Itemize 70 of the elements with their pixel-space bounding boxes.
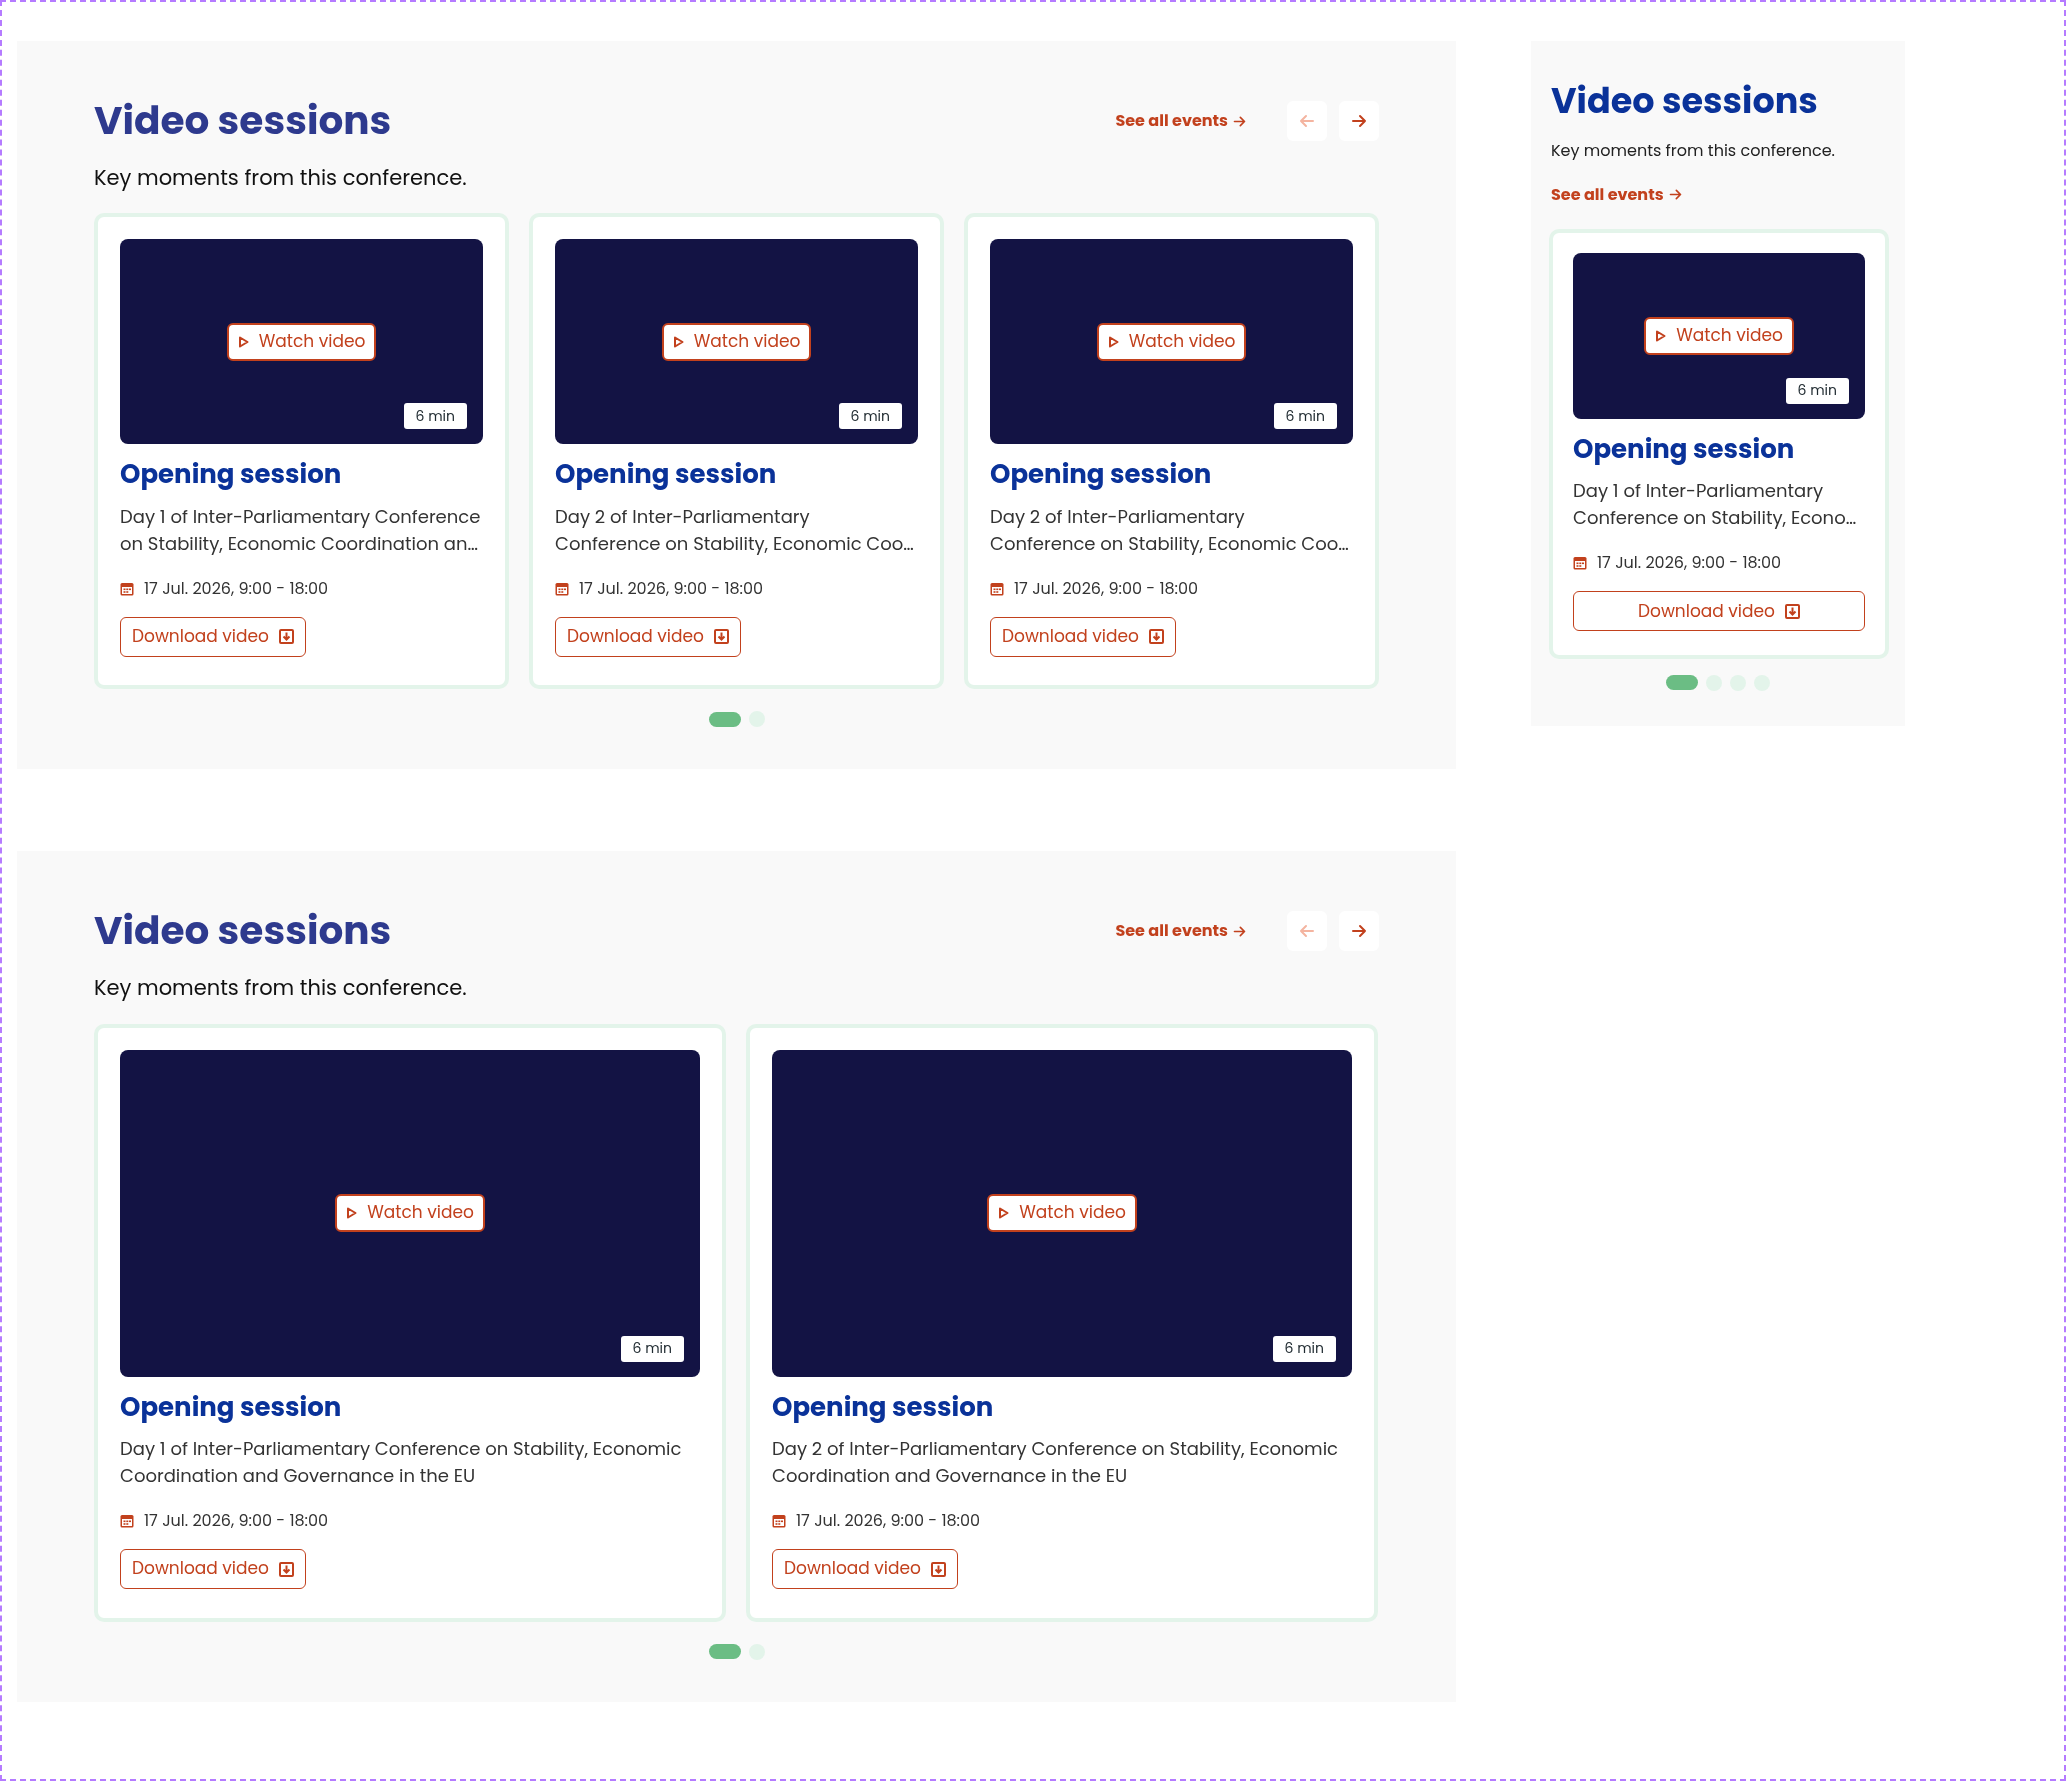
arrow-right-icon [1232, 113, 1247, 129]
download-icon [1784, 603, 1800, 619]
calendar-icon [990, 581, 1004, 596]
session-date: 17 Jul. 2026, 9:00 - 18:00 [144, 576, 329, 601]
session-description: Day 1 of Inter-Parliamentary Conference on Stability, Economic Coordination and Governance in the EU [120, 1435, 683, 1489]
session-title: Opening session [120, 1390, 343, 1423]
see-all-events-link[interactable]: See all events [1115, 919, 1247, 944]
session-title: Opening session [772, 1390, 995, 1423]
download-video-button[interactable]: Download video [555, 616, 741, 657]
section-subtitle: Key moments from this conference. [1551, 138, 1836, 163]
duration-badge: 6 min [403, 403, 467, 430]
calendar-icon [120, 581, 134, 596]
calendar-icon [1573, 556, 1587, 571]
download-video-button[interactable]: Download video [120, 1549, 306, 1589]
session-description: Day 2 of Inter-Parliamentary Conference on Stability, Economic Coo… [555, 502, 915, 557]
session-title: Opening session [1573, 432, 1796, 466]
duration-badge: 6 min [620, 1335, 684, 1362]
next-button[interactable] [1339, 101, 1379, 141]
play-icon [237, 335, 249, 348]
arrow-right-icon [1667, 187, 1683, 203]
download-icon [278, 629, 294, 645]
play-icon [1655, 329, 1667, 342]
see-all-events-link[interactable]: See all events [1551, 182, 1885, 207]
session-date: 17 Jul. 2026, 9:00 - 18:00 [144, 1509, 329, 1533]
watch-video-button[interactable]: Watch video [335, 1194, 485, 1232]
session-description: Day 2 of Inter-Parliamentary Conference on Stability, Economic Coordination and Governance in the EU [772, 1435, 1339, 1489]
download-video-button[interactable]: Download video [990, 616, 1176, 657]
session-title: Opening session [990, 458, 1213, 491]
calendar-icon [772, 1514, 786, 1528]
session-title: Opening session [120, 458, 343, 491]
session-date: 17 Jul. 2026, 9:00 - 18:00 [1014, 576, 1199, 601]
watch-video-button[interactable]: Watch video [1096, 322, 1247, 361]
play-icon [672, 335, 684, 348]
arrow-left-icon [1298, 112, 1316, 130]
watch-video-button[interactable]: Watch video [987, 1194, 1137, 1232]
download-icon [1148, 629, 1164, 645]
session-description: Day 2 of Inter-Parliamentary Conference on Stability, Economic Coo… [990, 502, 1350, 557]
next-button[interactable] [1339, 911, 1379, 952]
watch-video-button[interactable]: Watch video [226, 322, 377, 361]
section-title: Video sessions [94, 907, 393, 956]
arrow-right-icon [1350, 112, 1368, 130]
download-video-button[interactable]: Download video [120, 616, 306, 657]
play-icon [1107, 335, 1119, 348]
arrow-right-icon [1232, 923, 1247, 939]
duration-badge: 6 min [1272, 1335, 1336, 1362]
session-date: 17 Jul. 2026, 9:00 - 18:00 [1597, 551, 1782, 576]
section-title: Video sessions [1551, 79, 1819, 123]
download-icon [930, 1561, 946, 1577]
play-icon [998, 1207, 1010, 1219]
download-video-button[interactable]: Download video [1573, 591, 1865, 632]
calendar-icon [120, 1514, 134, 1528]
session-description: Day 1 of Inter-Parliamentary Conference on Stability, Economic Coordination an… [120, 502, 482, 557]
session-date: 17 Jul. 2026, 9:00 - 18:00 [796, 1509, 981, 1533]
section-subtitle: Key moments from this conference. [94, 972, 467, 1004]
watch-video-button[interactable]: Watch video [1644, 316, 1794, 355]
watch-video-button[interactable]: Watch video [661, 322, 812, 361]
see-all-events-link[interactable]: See all events [1115, 109, 1247, 133]
download-icon [713, 629, 729, 645]
duration-badge: 6 min [838, 403, 902, 430]
session-description: Day 1 of Inter-Parliamentary Conference on Stability, Econo… [1573, 477, 1858, 532]
play-icon [346, 1207, 358, 1219]
download-icon [278, 1561, 294, 1577]
download-video-button[interactable]: Download video [772, 1549, 958, 1589]
section-title: Video sessions [94, 97, 393, 146]
session-date: 17 Jul. 2026, 9:00 - 18:00 [579, 576, 764, 601]
calendar-icon [555, 581, 569, 596]
duration-badge: 6 min [1273, 403, 1337, 430]
session-title: Opening session [555, 458, 778, 491]
section-subtitle: Key moments from this conference. [94, 161, 467, 194]
duration-badge: 6 min [1785, 377, 1849, 404]
